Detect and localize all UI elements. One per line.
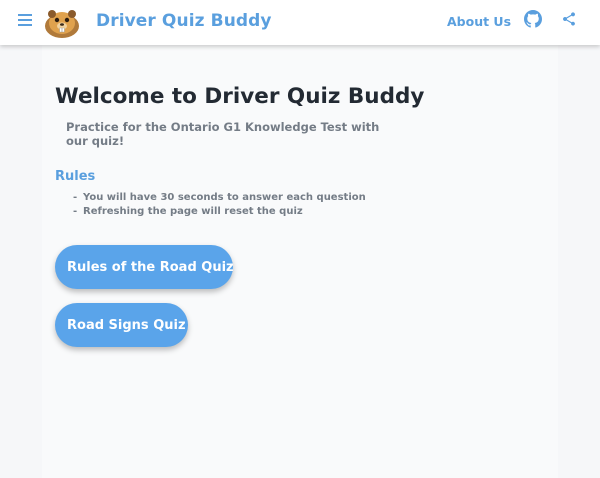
page-subtitle: Practice for the Ontario G1 Knowledge Te… [66,120,380,148]
road-signs-quiz-button[interactable]: Road Signs Quiz [55,303,188,347]
rules-of-the-road-quiz-button[interactable]: Rules of the Road Quiz [55,245,234,289]
share-icon[interactable] [561,11,577,27]
about-us-link[interactable]: About Us [447,14,511,29]
top-app-bar: Driver Quiz Buddy About Us [0,0,600,45]
rules-heading: Rules [55,169,96,184]
beaver-logo-icon [45,10,79,38]
rule-item: Refreshing the page will reset the quiz [73,205,366,219]
rule-item: You will have 30 seconds to answer each … [73,191,366,205]
hamburger-menu-icon[interactable] [16,12,34,30]
page-title: Welcome to Driver Quiz Buddy [55,84,425,109]
rules-list: You will have 30 seconds to answer each … [73,191,366,219]
app-title[interactable]: Driver Quiz Buddy [96,11,272,31]
github-icon[interactable] [524,10,542,28]
